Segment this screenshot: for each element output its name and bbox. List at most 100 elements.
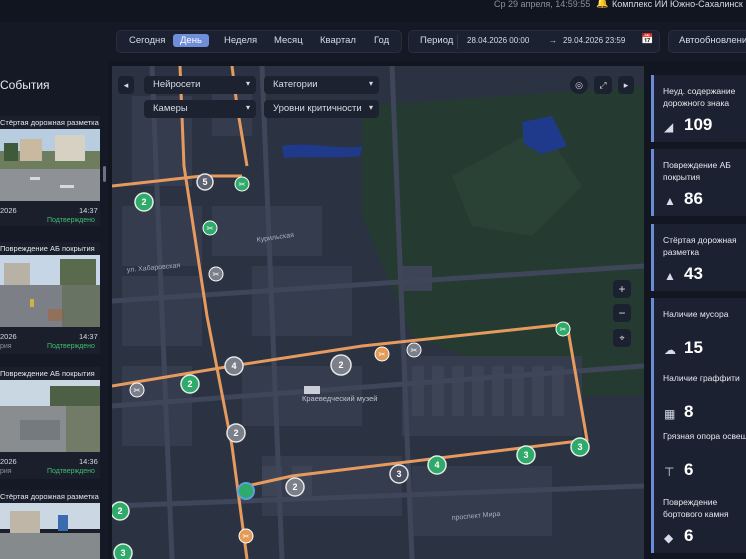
event-card[interactable]: Стёртая дорожная разметка bbox=[0, 490, 100, 559]
map-cluster[interactable]: 3 bbox=[113, 543, 133, 559]
map-cluster[interactable]: 2 bbox=[330, 354, 352, 376]
compass-icon[interactable]: ◎ bbox=[570, 76, 588, 94]
levels-dropdown[interactable]: Уровни критичности ▾ bbox=[264, 100, 379, 118]
events-panel: События Стёртая дорожная разметка 2026 1… bbox=[0, 62, 108, 559]
pothole-icon: ▲ bbox=[664, 194, 676, 208]
map-marker[interactable]: ✂ bbox=[208, 266, 224, 282]
calendar-icon[interactable]: 📅 bbox=[641, 34, 653, 45]
scrollbar[interactable] bbox=[103, 166, 106, 182]
svg-text:✂: ✂ bbox=[207, 224, 214, 233]
period-year[interactable]: Год bbox=[374, 35, 389, 46]
period-today[interactable]: Сегодня bbox=[129, 35, 165, 46]
svg-text:2: 2 bbox=[292, 482, 297, 492]
svg-text:4: 4 bbox=[231, 361, 236, 371]
svg-text:3: 3 bbox=[120, 548, 125, 558]
stat-label: Повреждение АБ покрытия bbox=[663, 160, 731, 182]
map-cluster[interactable]: 2 bbox=[226, 423, 246, 443]
auto-update-button[interactable]: Автообновление bbox=[668, 30, 746, 53]
map-cluster[interactable]: 2 bbox=[134, 192, 154, 212]
period-switcher: Сегодня День Неделя Месяц Квартал Год bbox=[116, 30, 402, 53]
date-to[interactable]: 29.04.2026 23:59 bbox=[563, 36, 625, 45]
categories-dropdown[interactable]: Категории ▾ bbox=[264, 76, 379, 94]
event-category: рия bbox=[0, 468, 12, 475]
locate-icon[interactable]: ⌖ bbox=[613, 329, 631, 347]
stat-value: 6 bbox=[684, 526, 694, 545]
zoom-in-button[interactable]: + bbox=[613, 280, 631, 298]
period-range-picker[interactable]: Период 28.04.2026 00:00 → 29.04.2026 23:… bbox=[408, 30, 660, 53]
map-cluster[interactable]: 3 bbox=[570, 437, 590, 457]
stat-value: 15 bbox=[684, 338, 703, 357]
event-time: 14:36 bbox=[79, 457, 98, 466]
event-title: Повреждение АБ покрытия bbox=[0, 244, 95, 253]
event-status: Подтверждено bbox=[47, 343, 95, 350]
map-canvas[interactable]: Курильская ул. Хабаровская проспект Мира… bbox=[112, 66, 644, 559]
event-photo bbox=[0, 255, 100, 327]
auto-update-label: Автообновление bbox=[679, 35, 746, 46]
event-photo bbox=[0, 503, 100, 559]
cameras-dropdown[interactable]: Камеры ▾ bbox=[144, 100, 256, 118]
event-status: Подтверждено bbox=[47, 217, 95, 224]
map-view[interactable]: Курильская ул. Хабаровская проспект Мира… bbox=[112, 66, 644, 559]
stat-card[interactable]: Повреждение бортового камня ◆ 6 bbox=[651, 486, 746, 553]
map-cluster[interactable]: 2 bbox=[285, 477, 305, 497]
map-label-museum: Краеведческий музей bbox=[302, 394, 377, 403]
event-category: рия bbox=[0, 343, 12, 350]
stat-card[interactable]: Наличие мусора ☁ 15 bbox=[651, 298, 746, 365]
stat-card[interactable]: Стёртая дорожная разметка ▲ 43 bbox=[651, 224, 746, 291]
map-cluster[interactable]: 5 bbox=[196, 173, 214, 191]
top-bar: Ср 29 апреля, 14:59:55 🔔 Комплекс ИИ Южн… bbox=[0, 0, 746, 22]
map-marker[interactable]: ✂ bbox=[129, 382, 145, 398]
stat-card[interactable]: Грязная опора освещ ⊤ 6 bbox=[651, 420, 746, 487]
chevron-down-icon: ▾ bbox=[368, 103, 373, 112]
chevron-down-icon: ▾ bbox=[245, 103, 250, 112]
map-cluster[interactable]: 3 bbox=[389, 464, 409, 484]
event-card[interactable]: Повреждение АБ покрытия 2026 14:36 рия П… bbox=[0, 367, 100, 479]
svg-text:2: 2 bbox=[141, 197, 146, 207]
map-marker[interactable]: ✂ bbox=[555, 321, 571, 337]
period-week[interactable]: Неделя bbox=[224, 35, 257, 46]
event-photo bbox=[0, 380, 100, 452]
organization-name[interactable]: Комплекс ИИ Южно-Сахалинск bbox=[612, 0, 743, 9]
stat-label: Наличие граффити bbox=[663, 373, 740, 383]
collapse-right-button[interactable]: ▸ bbox=[618, 76, 634, 94]
map-cluster[interactable]: 2 bbox=[112, 501, 130, 521]
map-cluster[interactable]: 2 bbox=[180, 374, 200, 394]
stat-card[interactable]: Повреждение АБ покрытия ▲ 86 bbox=[651, 149, 746, 216]
event-title: Стёртая дорожная разметка bbox=[0, 492, 99, 501]
period-day[interactable]: День bbox=[173, 34, 209, 47]
svg-text:4: 4 bbox=[434, 460, 439, 470]
map-marker[interactable]: ✂ bbox=[238, 528, 254, 544]
map-cluster[interactable]: 3 bbox=[516, 445, 536, 465]
period-label: Период bbox=[420, 35, 454, 46]
svg-text:✂: ✂ bbox=[243, 532, 250, 541]
map-cluster[interactable]: 4 bbox=[224, 356, 244, 376]
event-card[interactable]: Стёртая дорожная разметка 2026 14:37 Под… bbox=[0, 116, 100, 226]
bell-icon[interactable]: 🔔 bbox=[596, 0, 608, 9]
stats-panel: Неуд. содержание дорожного знака ◢ 109 П… bbox=[648, 66, 746, 559]
event-title: Стёртая дорожная разметка bbox=[0, 118, 99, 127]
event-time: 14:37 bbox=[79, 332, 98, 341]
stat-label: Наличие мусора bbox=[663, 309, 729, 319]
networks-dropdown[interactable]: Нейросети ▾ bbox=[144, 76, 256, 94]
map-marker[interactable]: ✂ bbox=[374, 346, 390, 362]
map-cluster[interactable]: 4 bbox=[427, 455, 447, 475]
svg-text:3: 3 bbox=[577, 442, 582, 452]
stat-card[interactable]: Наличие граффити ▦ 8 bbox=[651, 362, 746, 429]
stat-card[interactable]: Неуд. содержание дорожного знака ◢ 109 bbox=[651, 75, 746, 142]
period-quarter[interactable]: Квартал bbox=[320, 35, 356, 46]
zoom-out-button[interactable]: − bbox=[613, 304, 631, 322]
map-marker[interactable]: ✂ bbox=[234, 176, 250, 192]
event-date: 2026 bbox=[0, 206, 17, 215]
svg-text:✂: ✂ bbox=[134, 386, 141, 395]
stat-label: Стёртая дорожная разметка bbox=[663, 235, 737, 257]
map-marker[interactable]: ✂ bbox=[406, 342, 422, 358]
stat-value: 109 bbox=[684, 115, 713, 134]
date-from[interactable]: 28.04.2026 00:00 bbox=[467, 36, 529, 45]
collapse-panel-button[interactable]: ◂ bbox=[118, 76, 134, 94]
map-marker[interactable]: ✂ bbox=[202, 220, 218, 236]
map-marker[interactable] bbox=[237, 482, 255, 500]
fullscreen-icon[interactable]: ⤢ bbox=[594, 76, 612, 94]
period-month[interactable]: Месяц bbox=[274, 35, 303, 46]
svg-text:2: 2 bbox=[338, 360, 343, 370]
event-card[interactable]: Повреждение АБ покрытия 2026 14:37 рия П… bbox=[0, 242, 100, 354]
